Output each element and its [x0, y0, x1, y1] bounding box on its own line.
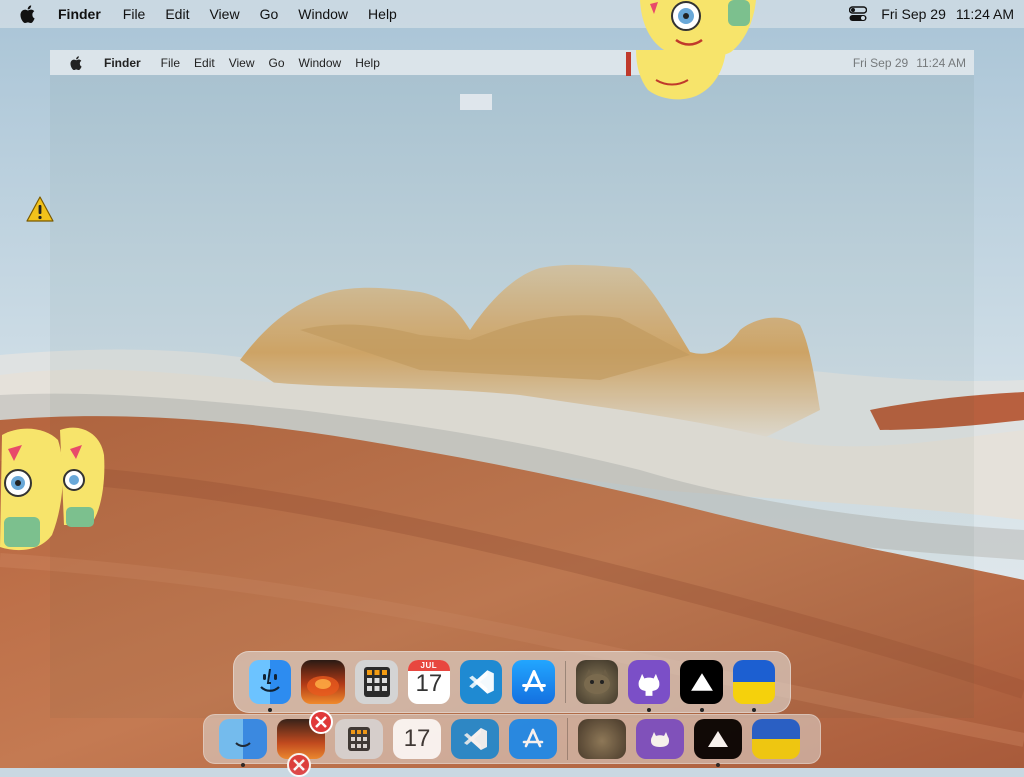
menu-go[interactable]: Go — [260, 6, 279, 22]
ghost-menu-edit: Edit — [194, 55, 215, 70]
vercel-triangle-icon — [694, 719, 742, 759]
ukraine-flag-icon — [732, 660, 776, 704]
running-indicator — [751, 708, 756, 712]
ghost-dock: 17 — [203, 714, 821, 777]
ghost-menu-view: View — [228, 55, 255, 70]
running-indicator — [716, 763, 720, 767]
error-badge-icon — [309, 710, 334, 734]
cat-photo-icon — [578, 719, 626, 759]
ghost-menu-help: Help — [355, 55, 380, 70]
ghost-screen-tint — [50, 75, 974, 718]
ghost-menu-app-name: Finder — [104, 55, 141, 70]
menu-bar: Finder File Edit View Go Window Help Fri… — [0, 0, 1024, 28]
menu-file[interactable]: File — [123, 6, 146, 22]
menu-edit[interactable]: Edit — [165, 6, 189, 22]
clock-date[interactable]: Fri Sep 29 — [881, 6, 946, 22]
dock-item-cat-photo[interactable] — [575, 660, 619, 704]
ghost-dock-finder — [219, 719, 267, 767]
github-icon — [628, 660, 671, 704]
warning-icon[interactable] — [26, 196, 54, 222]
ghost-dock-calculator — [335, 719, 383, 759]
menubar-status-area: Fri Sep 29 11:24 AM — [849, 0, 1014, 28]
running-indicator — [647, 708, 652, 712]
app-store-icon — [509, 719, 557, 759]
ghost-screen-overlay: Finder File Edit View Go Window Help Fri… — [50, 50, 974, 718]
dock-item-calculator[interactable] — [355, 660, 398, 704]
calendar-day: 17 — [403, 725, 431, 752]
ghost-dock-cat-photo — [578, 719, 626, 759]
finder-icon — [219, 719, 267, 759]
cat-photo-icon — [575, 660, 619, 704]
vercel-triangle-icon — [680, 660, 723, 704]
clock-time[interactable]: 11:24 AM — [956, 6, 1014, 22]
calculator-icon — [355, 660, 398, 704]
apple-logo-icon — [70, 55, 84, 70]
dock-item-ukraine-flag[interactable] — [732, 660, 776, 712]
dock-item-github[interactable] — [628, 660, 671, 712]
calendar-day: 17 — [415, 670, 443, 697]
app-store-icon — [512, 660, 555, 704]
calendar-month: JUL — [420, 661, 438, 670]
calendar-icon: 17 — [393, 719, 441, 759]
vscode-icon — [451, 719, 499, 759]
menu-window[interactable]: Window — [298, 6, 348, 22]
dock-item-photo-app[interactable] — [301, 660, 346, 734]
dock-item-calendar[interactable]: JUL 17 — [407, 660, 451, 704]
ghost-dock-github — [636, 719, 684, 759]
ghost-menubar: Finder File Edit View Go Window Help Fri… — [50, 50, 974, 75]
menu-app-name[interactable]: Finder — [58, 6, 101, 22]
ghost-menu-go: Go — [268, 55, 285, 70]
ghost-dock-vscode — [451, 719, 499, 759]
dock-item-vscode[interactable] — [460, 660, 503, 704]
cartoon-character-sticker-ghost — [626, 50, 730, 102]
sunset-photo-icon — [301, 660, 346, 704]
error-badge-icon — [287, 753, 311, 777]
ukraine-flag-icon — [752, 719, 800, 759]
dock: JUL 17 — [233, 651, 791, 734]
vscode-icon — [460, 660, 503, 704]
calculator-icon — [335, 719, 383, 759]
github-icon — [636, 719, 684, 759]
dock-item-app-store[interactable] — [512, 660, 555, 704]
ghost-artifact-block — [460, 94, 492, 110]
ghost-menu-window: Window — [298, 55, 342, 70]
ghost-dock-vercel — [694, 719, 742, 767]
running-indicator — [268, 708, 273, 712]
ghost-dock-app-store — [509, 719, 557, 759]
ghost-dock-calendar: 17 — [393, 719, 441, 759]
ghost-clock-date: Fri Sep 29 — [852, 55, 909, 70]
apple-logo-icon[interactable] — [20, 5, 36, 23]
finder-icon — [249, 660, 292, 704]
ghost-menubar-right: Fri Sep 29 11:24 AM — [845, 50, 966, 75]
dock-item-vercel[interactable] — [680, 660, 723, 712]
running-indicator — [699, 708, 704, 712]
cartoon-character-sticker-left — [0, 425, 108, 553]
dock-item-finder[interactable] — [249, 660, 292, 712]
ghost-clock-time: 11:24 AM — [916, 55, 966, 70]
menu-help[interactable]: Help — [368, 6, 397, 22]
ghost-menu-file: File — [160, 55, 181, 70]
menu-view[interactable]: View — [209, 6, 239, 22]
dock-separator — [564, 661, 566, 703]
ghost-dock-ukraine-flag — [752, 719, 800, 759]
dock-separator — [567, 718, 568, 760]
control-center-icon[interactable] — [849, 6, 868, 22]
running-indicator — [241, 763, 245, 767]
calendar-icon: JUL 17 — [407, 660, 451, 704]
